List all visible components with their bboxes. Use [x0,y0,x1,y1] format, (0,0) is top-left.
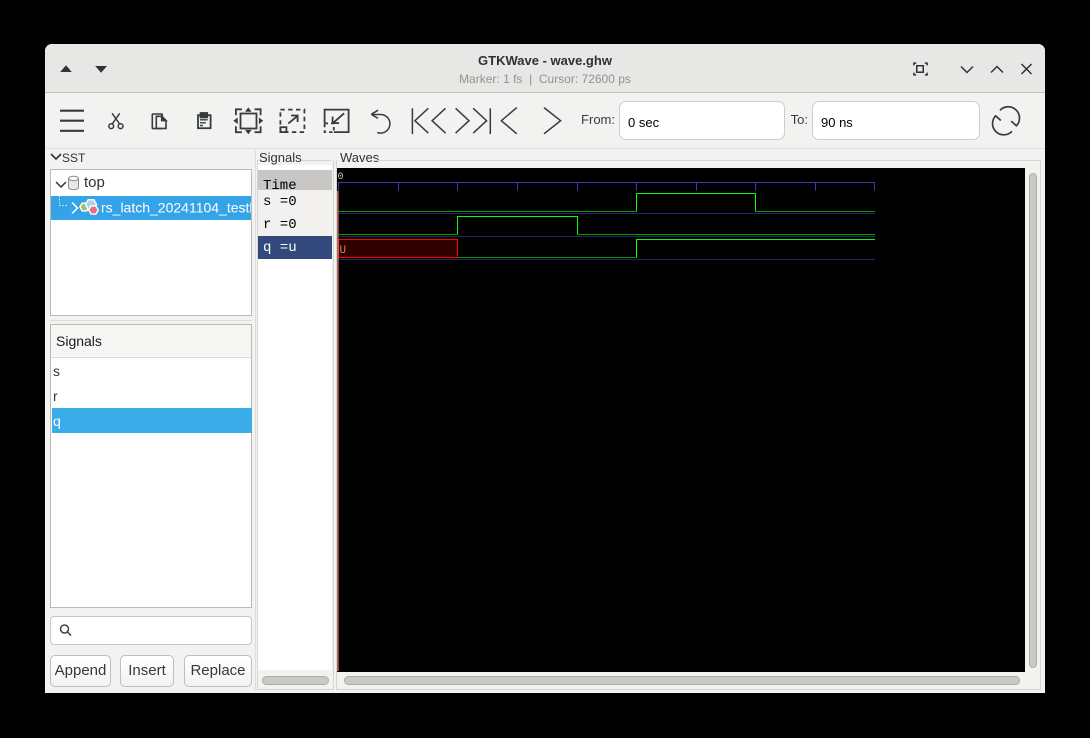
svg-text:rs_latch_20241104_testb: rs_latch_20241104_testb [101,200,251,216]
svg-text:0: 0 [338,172,344,183]
svg-text:U: U [340,245,347,257]
